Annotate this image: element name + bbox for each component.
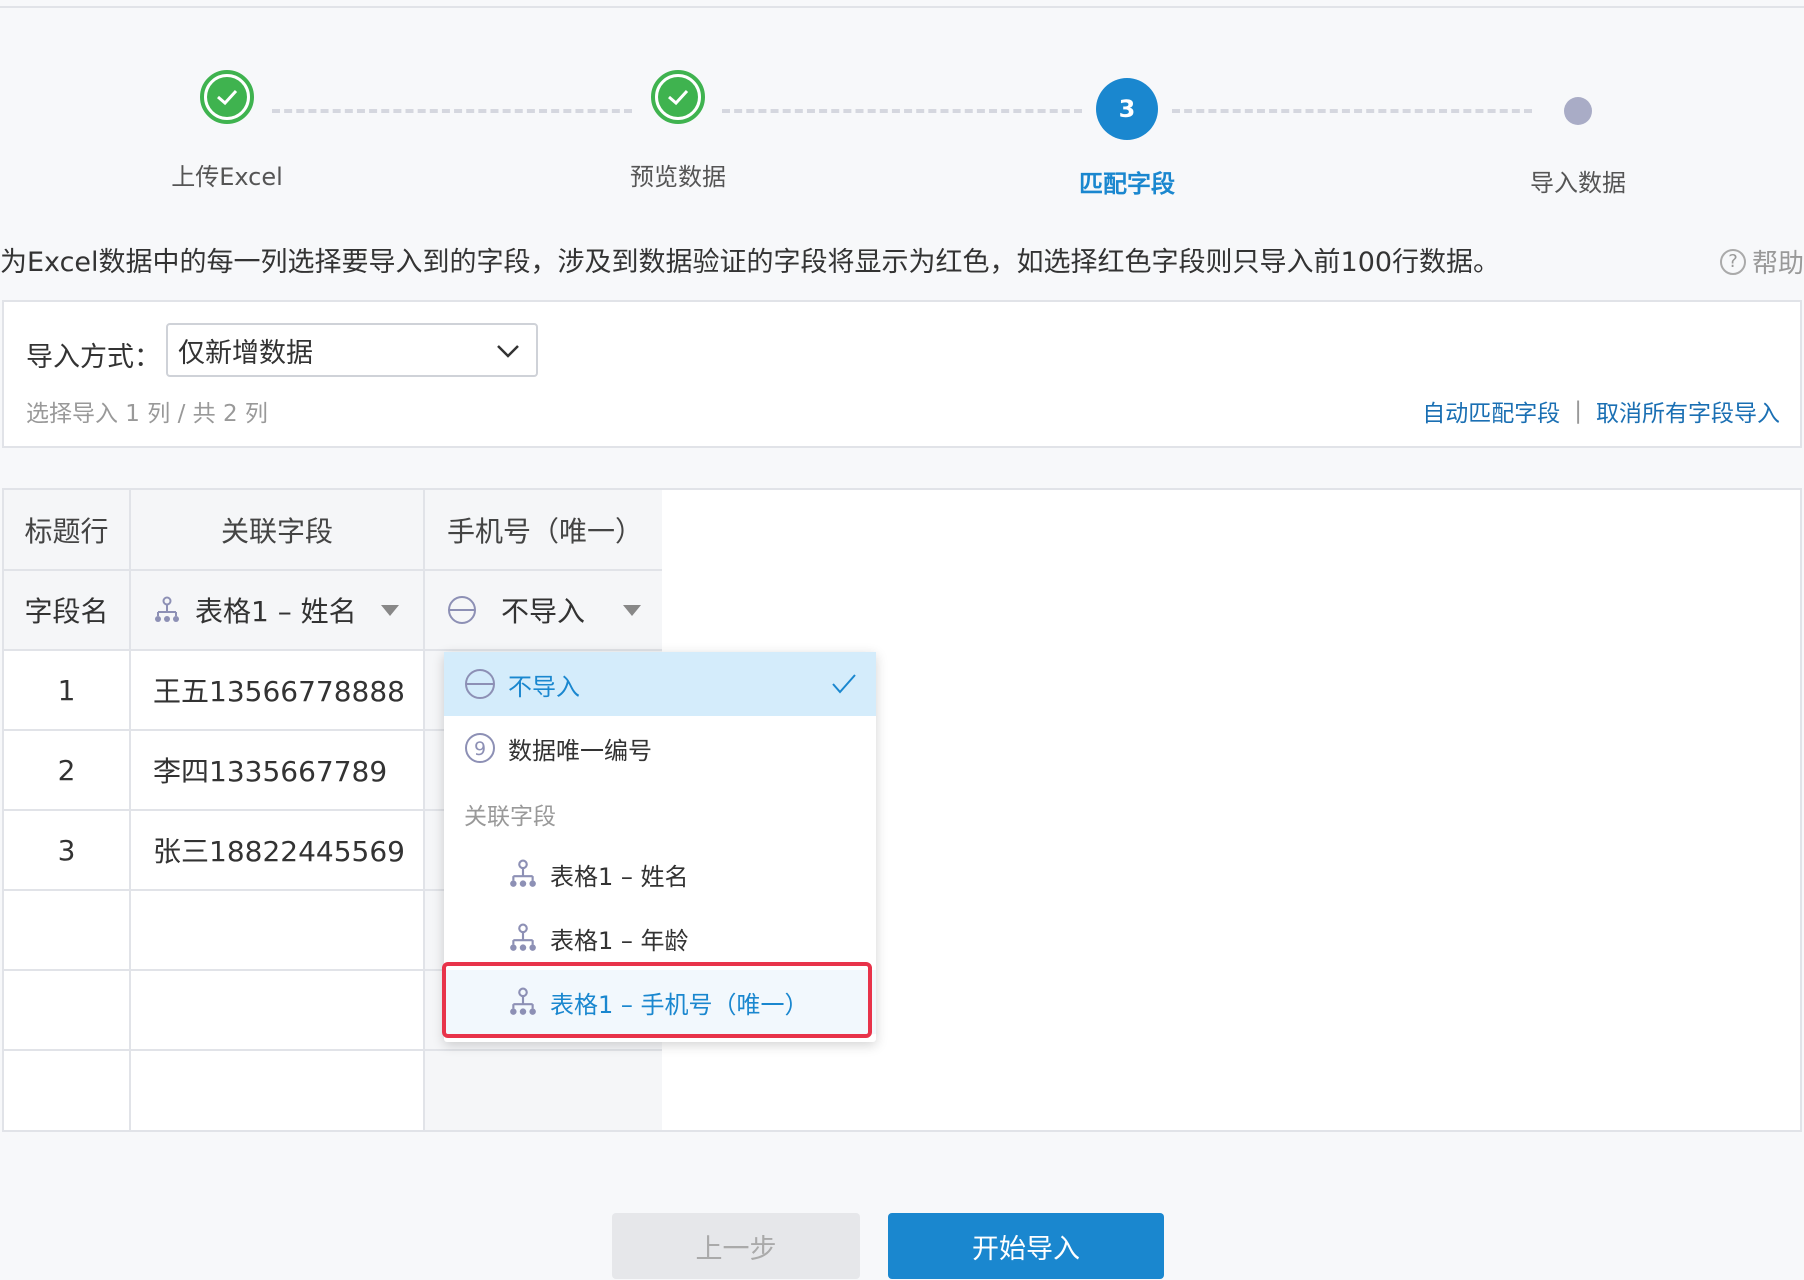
field-select-column-1[interactable]: 表格1 – 姓名 (153, 590, 423, 630)
step-connector-2 (722, 109, 1082, 113)
auto-match-link[interactable]: 自动匹配字段 (1422, 394, 1560, 428)
relation-icon (510, 923, 536, 951)
field-row-label: 字段名 (4, 570, 131, 651)
dropdown-item-age[interactable]: 表格1 – 年龄 (444, 906, 876, 970)
import-mode-label: 导入方式： (26, 342, 161, 373)
import-mode-value: 仅新增数据 (178, 337, 313, 369)
field-row: 字段名 表格1 – 姓名 不导入 (4, 570, 662, 651)
caret-down-icon (380, 604, 399, 616)
dropdown-item-name[interactable]: 表格1 – 姓名 (444, 842, 876, 906)
column-count-text: 选择导入 1 列 / 共 2 列 (26, 401, 268, 427)
column-header-2: 手机号（唯一） (424, 490, 662, 571)
dropdown-item-unique-id[interactable]: 9 数据唯一编号 (444, 716, 876, 780)
relation-icon (510, 859, 536, 887)
svg-text:9: 9 (474, 738, 486, 760)
dropdown-item-label: 数据唯一编号 (508, 736, 652, 765)
cancel-all-link[interactable]: 取消所有字段导入 (1596, 394, 1780, 428)
step-1-label: 上传Excel (171, 163, 283, 191)
step-2-done-icon (651, 70, 705, 124)
dropdown-item-label: 表格1 – 姓名 (550, 862, 689, 891)
instruction-text: 为Excel数据中的每一列选择要导入到的字段，涉及到数据验证的字段将显示为红色，… (0, 247, 1501, 278)
field-select-value-1: 表格1 – 姓名 (195, 595, 357, 628)
dropdown-item-label: 表格1 – 手机号（唯一） (550, 990, 809, 1019)
header-row: 标题行 关联字段 手机号（唯一） (4, 490, 662, 571)
field-dropdown-menu: 不导入 9 数据唯一编号 关联字段 表格1 – 姓名 表格1 – 年龄 表格1 … (442, 652, 876, 1042)
step-connector-3 (1172, 109, 1532, 113)
row-index: 3 (4, 810, 131, 891)
empty-row (4, 1050, 662, 1130)
dropdown-item-phone[interactable]: 表格1 – 手机号（唯一） (444, 970, 876, 1034)
no-import-icon (465, 669, 495, 699)
field-select-value-2: 不导入 (501, 595, 586, 628)
no-import-icon (448, 596, 476, 624)
step-connector-1 (272, 109, 632, 113)
check-icon (832, 674, 856, 694)
relation-icon (510, 987, 536, 1015)
progress-stepper: 上传Excel 预览数据 3 匹配字段 导入数据 (0, 0, 1804, 200)
dropdown-item-no-import[interactable]: 不导入 (444, 652, 876, 716)
caret-down-icon (623, 604, 642, 616)
dropdown-group-label: 关联字段 (464, 804, 556, 830)
row-value: 李四1335667789 (130, 730, 425, 811)
help-label: 帮助 (1751, 249, 1804, 279)
help-icon: ? (1719, 248, 1746, 275)
previous-step-button[interactable]: 上一步 (612, 1213, 860, 1279)
row-index: 2 (4, 730, 131, 811)
field-mapping-table: 标题行 关联字段 手机号（唯一） 字段名 表格1 – 姓名 不导入 1 王五13… (2, 488, 1802, 1132)
field-select-column-2[interactable]: 不导入 (447, 590, 662, 630)
dropdown-item-label: 不导入 (508, 672, 580, 701)
step-3-active-icon: 3 (1096, 78, 1158, 140)
dropdown-item-label: 表格1 – 年龄 (550, 926, 689, 955)
import-mode-select[interactable]: 仅新增数据 (166, 323, 538, 377)
step-4-label: 导入数据 (1530, 169, 1626, 197)
start-import-button[interactable]: 开始导入 (888, 1213, 1164, 1279)
step-2-label: 预览数据 (630, 163, 726, 191)
row-value: 王五13566778888 (130, 650, 425, 731)
help-link[interactable]: ? 帮助 (1719, 243, 1804, 280)
import-settings-panel: 导入方式： 仅新增数据 选择导入 1 列 / 共 2 列 自动匹配字段 | 取消… (2, 300, 1802, 448)
chevron-down-icon (497, 345, 519, 358)
row-index: 1 (4, 650, 131, 731)
header-row-label: 标题行 (4, 490, 131, 571)
number-icon: 9 (465, 733, 495, 763)
step-3-label: 匹配字段 (1079, 170, 1175, 198)
step-1-done-icon (200, 70, 254, 124)
row-value: 张三18822445569 (130, 810, 425, 891)
column-header-1: 关联字段 (130, 490, 425, 571)
link-separator: | (1574, 398, 1582, 424)
step-4-pending-icon (1564, 97, 1592, 125)
relation-icon (155, 596, 179, 622)
